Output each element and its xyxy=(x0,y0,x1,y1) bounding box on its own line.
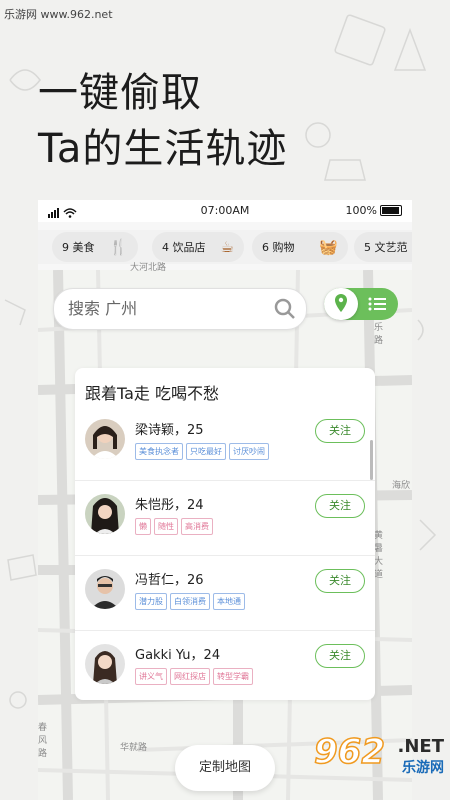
list-item[interactable]: 冯哲仁，26 潜力股 白领消费 本地通 关注 xyxy=(75,555,375,631)
tag: 网红探店 xyxy=(170,668,210,685)
person-name: Gakki Yu，24 xyxy=(135,648,221,663)
tag: 讨厌吵闹 xyxy=(229,443,269,460)
follow-button[interactable]: 关注 xyxy=(315,569,365,593)
list-item[interactable]: Gakki Yu，24 讲义气 网红探店 转型学霸 关注 xyxy=(75,630,375,700)
logo-number: 962 xyxy=(313,731,385,773)
category-label: 4 饮品店 xyxy=(162,241,206,254)
person-name: 朱恺彤，24 xyxy=(135,498,204,513)
age-text: 26 xyxy=(187,573,204,588)
category-food[interactable]: 9 美食 🍴 xyxy=(52,232,138,262)
avatar xyxy=(85,419,125,459)
name-text: 朱恺彤 xyxy=(135,498,175,513)
basket-icon: 🧺 xyxy=(319,238,338,256)
category-label: 5 文艺范 xyxy=(364,241,408,254)
status-bar: 07:00AM 100% xyxy=(38,200,412,222)
custom-map-button[interactable]: 定制地图 xyxy=(175,745,275,791)
tag: 本地通 xyxy=(213,593,245,610)
tag-list: 讲义气 网红探店 转型学霸 xyxy=(135,668,253,685)
tag: 高消费 xyxy=(181,518,213,535)
map-label: 大河北路 xyxy=(130,263,167,273)
map-mode-button[interactable] xyxy=(324,288,358,320)
name-text: 梁诗颖 xyxy=(135,423,175,438)
avatar xyxy=(85,569,125,609)
tag-list: 懒 随性 高消费 xyxy=(135,518,213,535)
battery-indicator: 100% xyxy=(346,204,402,217)
tag-list: 美食执念者 只吃最好 讨厌吵闹 xyxy=(135,443,269,460)
category-arts[interactable]: 5 文艺范 xyxy=(354,232,412,262)
coffee-cup-icon: ☕ xyxy=(220,238,234,256)
person-name: 梁诗颖，25 xyxy=(135,423,204,438)
headline-line-1: 一键偷取 xyxy=(38,70,202,116)
logo-net: .NET xyxy=(397,736,444,757)
list-mode-icon[interactable] xyxy=(368,296,386,312)
fork-knife-icon: 🍴 xyxy=(109,238,128,256)
tag: 懒 xyxy=(135,518,151,535)
logo-cn: 乐游网 xyxy=(402,760,444,776)
list-item[interactable]: 朱恺彤，24 懒 随性 高消费 关注 xyxy=(75,480,375,556)
tag: 美食执念者 xyxy=(135,443,183,460)
battery-percent: 100% xyxy=(345,204,377,217)
name-text: Gakki Yu xyxy=(135,648,191,663)
avatar xyxy=(85,644,125,684)
age-text: 24 xyxy=(203,648,221,663)
map-label: 海欣 xyxy=(392,481,411,491)
search-icon[interactable] xyxy=(274,298,296,320)
map-label: 春风路 xyxy=(38,723,48,759)
person-name: 冯哲仁，26 xyxy=(135,573,204,588)
battery-icon xyxy=(380,205,402,216)
category-label: 9 美食 xyxy=(62,241,95,254)
name-text: 冯哲仁 xyxy=(135,573,175,588)
tag: 潜力股 xyxy=(135,593,167,610)
headline-line-2: Ta的生活轨迹 xyxy=(38,126,288,172)
tag-list: 潜力股 白领消费 本地通 xyxy=(135,593,245,610)
map-list-toggle[interactable] xyxy=(324,288,398,320)
age-text: 25 xyxy=(187,423,204,438)
age-text: 24 xyxy=(187,498,204,513)
list-item[interactable]: 梁诗颖，25 美食执念者 只吃最好 讨厌吵闹 关注 xyxy=(75,405,375,481)
search-input[interactable] xyxy=(66,298,270,319)
tag: 随性 xyxy=(154,518,178,535)
recommend-card: 跟着Ta走 吃喝不愁 梁诗颖，25 美食执念者 只吃最好 讨厌吵闹 关注 朱恺彤… xyxy=(75,368,375,700)
tag: 转型学霸 xyxy=(213,668,253,685)
tag: 讲义气 xyxy=(135,668,167,685)
map-label: 乐路 xyxy=(374,323,384,346)
map-label: 黄暑大道 xyxy=(374,531,384,580)
follow-button[interactable]: 关注 xyxy=(315,494,365,518)
map-label: 华就路 xyxy=(120,743,148,753)
location-pin-icon xyxy=(335,294,347,312)
tag: 白领消费 xyxy=(170,593,210,610)
follow-button[interactable]: 关注 xyxy=(315,419,365,443)
follow-button[interactable]: 关注 xyxy=(315,644,365,668)
category-shopping[interactable]: 6 购物 🧺 xyxy=(252,232,348,262)
site-logo: 962 .NET 乐游网 xyxy=(313,731,444,778)
category-drinks[interactable]: 4 饮品店 ☕ xyxy=(152,232,244,262)
category-label: 6 购物 xyxy=(262,241,295,254)
avatar xyxy=(85,494,125,534)
tag: 只吃最好 xyxy=(186,443,226,460)
search-bar[interactable] xyxy=(53,288,307,330)
phone-screen: 07:00AM 100% 9 美食 🍴 4 饮品店 ☕ 6 购物 🧺 5 文艺范 xyxy=(38,200,412,800)
card-title: 跟着Ta走 吃喝不愁 xyxy=(85,384,220,403)
category-bar: 9 美食 🍴 4 饮品店 ☕ 6 购物 🧺 5 文艺范 xyxy=(38,230,412,264)
